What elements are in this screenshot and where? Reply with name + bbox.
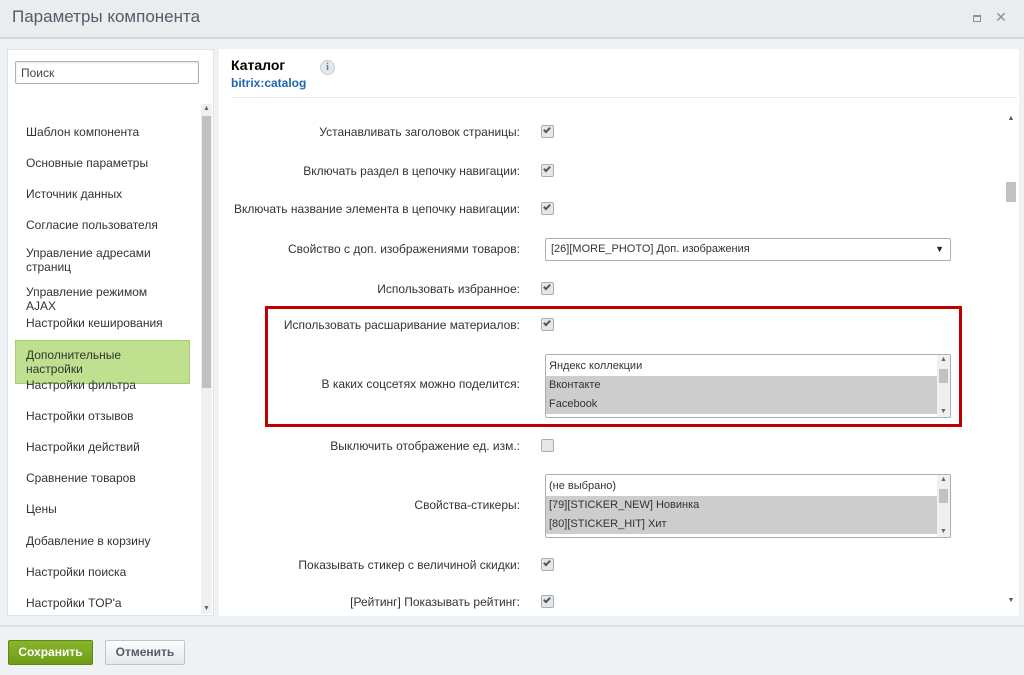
share-networks-label: В каких соцсетях можно поделится: (321, 377, 521, 391)
sticker-props-scroll-thumb[interactable] (939, 489, 948, 503)
add-element-chain-checkbox[interactable] (541, 202, 554, 215)
info-icon[interactable]: i (320, 60, 335, 75)
sidebar-item-basic[interactable]: Основные параметры (15, 156, 190, 170)
scroll-down-icon[interactable]: ▼ (937, 527, 950, 537)
share-networks-scroll-thumb[interactable] (939, 369, 948, 383)
sidebar-item-filter[interactable]: Настройки фильтра (15, 378, 190, 392)
sidebar-item-cache[interactable]: Настройки кеширования (15, 316, 190, 330)
search-input[interactable] (15, 61, 199, 84)
sticker-props-label: Свойства-стикеры: (414, 498, 520, 512)
close-icon[interactable]: ✕ (993, 9, 1009, 25)
add-section-chain-label: Включать раздел в цепочку навигации: (303, 164, 520, 178)
use-favorites-label: Использовать избранное: (377, 282, 520, 296)
sidebar-item-top[interactable]: Настройки TOP'а (15, 596, 190, 610)
sidebar-item-user-consent[interactable]: Согласие пользователя (15, 218, 190, 232)
sticker-option-none[interactable]: (не выбрано) (546, 477, 937, 496)
scroll-down-icon[interactable]: ▼ (201, 604, 212, 614)
show-discount-sticker-checkbox[interactable] (541, 558, 554, 571)
sidebar-item-sef[interactable]: Управление адресами страниц (15, 246, 165, 274)
sticker-props-listbox[interactable]: (не выбрано) [79][STICKER_NEW] Новинка [… (545, 474, 951, 538)
main-panel: Каталог bitrix:catalog i Устанавливать з… (219, 49, 1019, 616)
use-share-label: Использовать расшаривание материалов: (283, 318, 520, 332)
share-option-yandex[interactable]: Яндекс коллекции (546, 357, 937, 376)
sidebar-item-basket[interactable]: Добавление в корзину (15, 534, 190, 548)
more-photo-select[interactable]: [26][MORE_PHOTO] Доп. изображения ▼ (545, 238, 951, 261)
sidebar-scroll-thumb[interactable] (202, 116, 211, 388)
show-rating-label: [Рейтинг] Показывать рейтинг: (350, 595, 520, 609)
use-share-checkbox[interactable] (541, 318, 554, 331)
dialog-footer: Сохранить Отменить (0, 626, 1024, 675)
main-scrollbar[interactable]: ▲ ▼ (1005, 114, 1017, 614)
use-favorites-checkbox[interactable] (541, 282, 554, 295)
maximize-icon[interactable] (969, 9, 985, 25)
share-option-vk[interactable]: Вконтакте (546, 376, 937, 395)
sidebar-item-ajax[interactable]: Управление режимом AJAX (15, 285, 190, 313)
share-networks-listbox[interactable]: Яндекс коллекции Вконтакте Facebook ▲ ▼ (545, 354, 951, 418)
sidebar-item-reviews[interactable]: Настройки отзывов (15, 409, 190, 423)
hide-measures-label: Выключить отображение ед. изм.: (330, 439, 520, 453)
scroll-up-icon[interactable]: ▲ (1005, 114, 1017, 124)
add-element-chain-label: Включать название элемента в цепочку нав… (233, 202, 520, 216)
more-photo-value: [26][MORE_PHOTO] Доп. изображения (551, 243, 750, 255)
sidebar-item-actions[interactable]: Настройки действий (15, 440, 190, 454)
save-button[interactable]: Сохранить (8, 640, 93, 665)
more-photo-label: Свойство с доп. изображениями товаров: (288, 242, 520, 256)
window-title: Параметры компонента (12, 7, 201, 26)
header-divider (231, 97, 1017, 98)
component-title: Каталог (231, 57, 286, 73)
sidebar-scrollbar[interactable]: ▲ ▼ (201, 104, 212, 614)
share-networks-scrollbar[interactable]: ▲ ▼ (937, 355, 950, 417)
sidebar-item-data-source[interactable]: Источник данных (15, 187, 190, 201)
sticker-option-new[interactable]: [79][STICKER_NEW] Новинка (546, 496, 937, 515)
sidebar-item-compare[interactable]: Сравнение товаров (15, 471, 190, 485)
show-rating-checkbox[interactable] (541, 595, 554, 608)
add-section-chain-checkbox[interactable] (541, 164, 554, 177)
set-title-checkbox[interactable] (541, 125, 554, 138)
show-discount-sticker-label: Показывать стикер с величиной скидки: (298, 558, 520, 572)
sidebar-item-template[interactable]: Шаблон компонента (15, 125, 190, 139)
sidebar-item-search[interactable]: Настройки поиска (15, 565, 190, 579)
scroll-up-icon[interactable]: ▲ (201, 104, 212, 114)
scroll-down-icon[interactable]: ▼ (1005, 596, 1017, 606)
main-scroll-thumb[interactable] (1006, 182, 1016, 202)
scroll-up-icon[interactable]: ▲ (937, 475, 950, 485)
scroll-down-icon[interactable]: ▼ (937, 407, 950, 417)
component-code: bitrix:catalog (231, 76, 307, 90)
sidebar-item-prices[interactable]: Цены (15, 502, 190, 516)
sticker-props-scrollbar[interactable]: ▲ ▼ (937, 475, 950, 537)
sidebar: Шаблон компонента Основные параметры Ист… (7, 49, 214, 616)
window-titlebar: Параметры компонента ✕ (0, 0, 1024, 38)
scroll-up-icon[interactable]: ▲ (937, 355, 950, 365)
set-title-label: Устанавливать заголовок страницы: (319, 125, 520, 139)
share-option-facebook[interactable]: Facebook (546, 395, 937, 414)
cancel-button[interactable]: Отменить (105, 640, 185, 665)
sticker-option-hit[interactable]: [80][STICKER_HIT] Хит (546, 515, 937, 534)
hide-measures-checkbox[interactable] (541, 439, 554, 452)
chevron-down-icon: ▼ (935, 244, 944, 254)
